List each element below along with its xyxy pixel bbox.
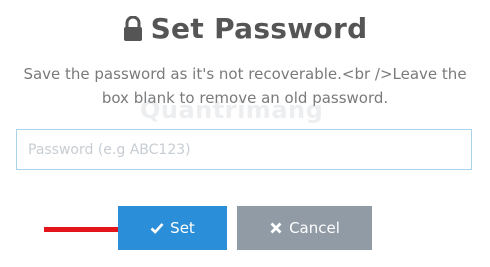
check-icon (150, 221, 164, 235)
password-input[interactable] (16, 129, 472, 170)
set-button[interactable]: Set (118, 206, 227, 250)
lock-icon (123, 15, 143, 42)
cancel-button-label: Cancel (289, 219, 340, 237)
dialog-title: Set Password (150, 12, 368, 45)
close-icon (269, 221, 283, 235)
dialog-header: Set Password (0, 12, 490, 45)
dialog-description: Save the password as it's not recoverabl… (23, 65, 467, 107)
set-password-dialog: Set Password Save the password as it's n… (0, 0, 490, 267)
set-button-label: Set (170, 219, 195, 237)
cancel-button[interactable]: Cancel (237, 206, 372, 250)
